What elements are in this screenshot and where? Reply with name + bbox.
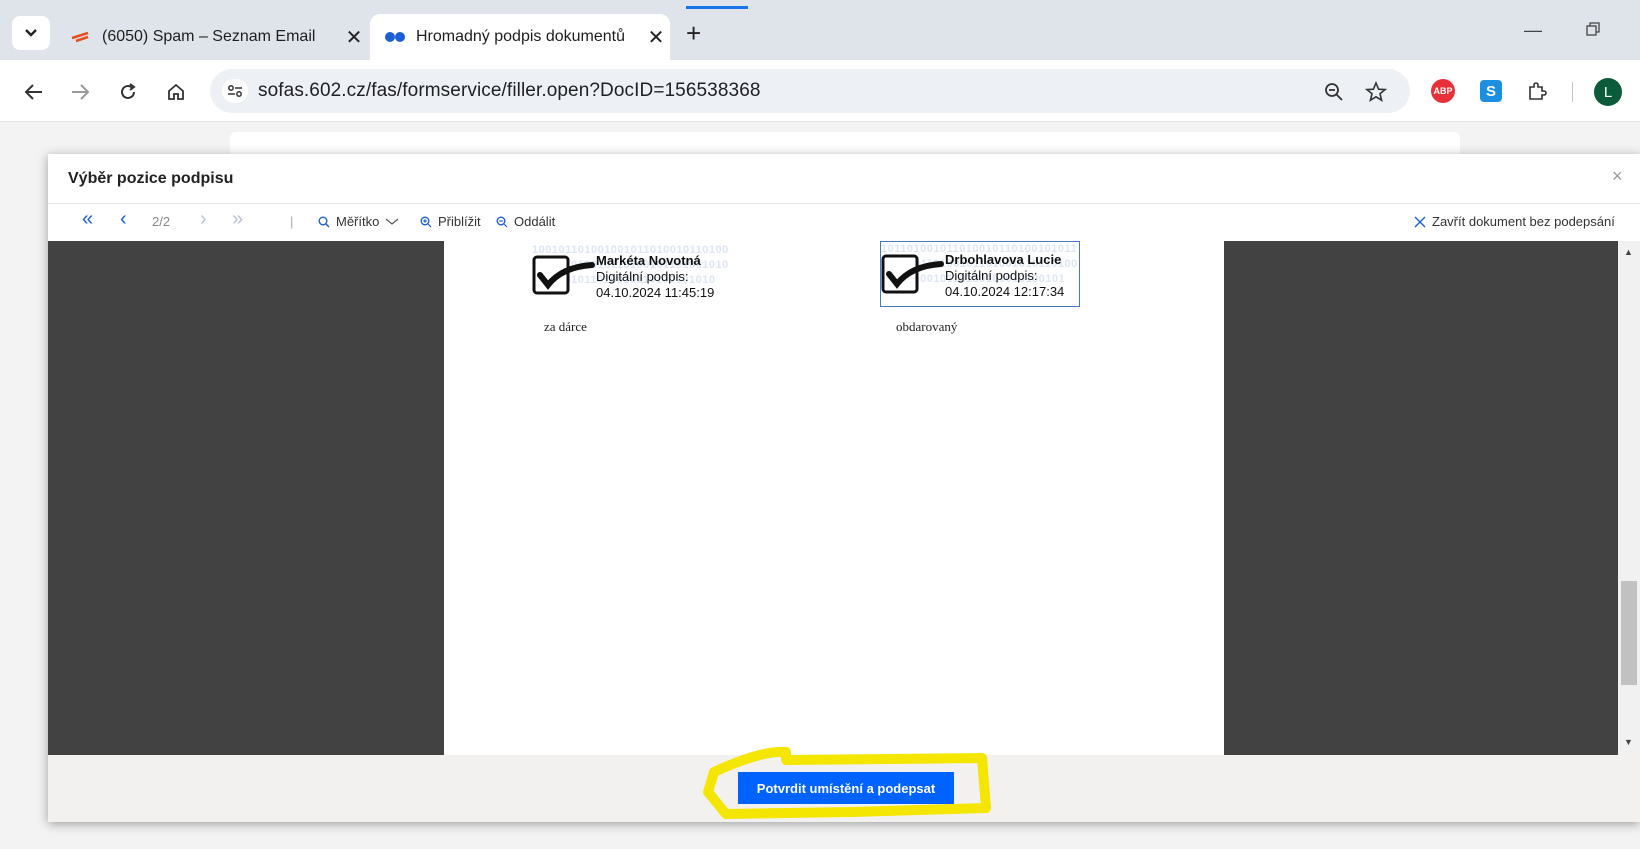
tab-title: (6050) Spam – Seznam Email — [102, 28, 316, 45]
scroll-up-icon[interactable]: ▲ — [1624, 247, 1633, 257]
adblock-plus-icon[interactable]: ABP — [1430, 78, 1456, 104]
seznam-logo-icon — [70, 30, 92, 44]
signature-text: Drbohlavova Lucie Digitální podpis: 04.1… — [945, 252, 1064, 300]
viewer-scrollbar[interactable]: ▲ ▼ — [1618, 241, 1640, 755]
scrollbar-thumb[interactable] — [1621, 581, 1637, 685]
close-without-signing-button[interactable]: Zavřít dokument bez podepsání — [1414, 214, 1615, 229]
signature-type: Digitální podpis: — [596, 269, 689, 284]
minimize-icon[interactable]: — — [1524, 20, 1542, 41]
zoom-in-icon — [420, 216, 432, 227]
forward-icon[interactable] — [66, 78, 94, 106]
toolbar-separator — [1572, 82, 1573, 102]
profile-avatar[interactable]: L — [1594, 78, 1622, 106]
document-viewer[interactable]: 1001011010010010110100101101001010110100… — [48, 241, 1640, 755]
signature-caption: za dárce — [544, 319, 587, 334]
previous-page-icon[interactable]: ‹ — [120, 208, 127, 231]
confirm-and-sign-button[interactable]: Potvrdit umístění a podepsat — [738, 772, 954, 804]
signature-check-icon — [881, 254, 944, 294]
close-tab-icon[interactable]: ✕ — [340, 25, 368, 50]
document-page[interactable]: 1001011010010010110100101101001010110100… — [444, 241, 1224, 755]
signature-caption: obdarovaný — [896, 319, 958, 334]
signature-check-icon — [532, 255, 595, 295]
zoom-out-label: Oddálit — [514, 214, 556, 229]
s-extension-icon[interactable]: S — [1478, 78, 1504, 104]
close-tab-icon[interactable]: ✕ — [642, 25, 670, 50]
app-logo-icon — [384, 31, 406, 43]
signature-timestamp: 04.10.2024 11:45:19 — [596, 285, 715, 300]
signature-type: Digitální podpis: — [945, 268, 1038, 283]
scale-label: Měřítko — [336, 214, 380, 229]
tab-seznam-email[interactable]: (6050) Spam – Seznam Email ✕ — [58, 14, 368, 60]
signer-name: Markéta Novotná — [596, 253, 701, 268]
new-tab-button[interactable]: + — [686, 18, 701, 49]
dialog-footer: Potvrdit umístění a podepsat — [48, 755, 1640, 822]
scale-dropdown[interactable]: Měřítko — [318, 214, 399, 229]
zoom-out-button[interactable]: Oddálit — [496, 214, 555, 229]
browser-toolbar: sofas.602.cz/fas/formservice/filler.open… — [0, 60, 1640, 122]
zoom-out-icon — [496, 216, 508, 227]
dialog-title: Výběr pozice podpisu — [68, 170, 234, 187]
extensions-puzzle-icon[interactable] — [1524, 78, 1550, 104]
tab-hromadny-podpis[interactable]: Hromadný podpis dokumentů ✕ — [370, 14, 670, 60]
signature-timestamp: 04.10.2024 12:17:34 — [945, 284, 1065, 299]
address-bar[interactable]: sofas.602.cz/fas/formservice/filler.open… — [210, 69, 1410, 113]
signature-stamp[interactable]: 1001011010010010110100101101001010110100… — [532, 243, 728, 307]
signer-name: Drbohlavova Lucie — [945, 252, 1062, 267]
tab-title: Hromadný podpis dokumentů — [416, 28, 626, 45]
close-icon — [1414, 216, 1426, 227]
next-page-icon[interactable]: › — [200, 208, 207, 231]
zoom-in-label: Přiblížit — [438, 214, 481, 229]
divider — [48, 203, 1640, 204]
signature-stamp-selected[interactable]: 1011010010110100101101001010110100101101… — [880, 241, 1080, 307]
url-text: sofas.602.cz/fas/formservice/filler.open… — [258, 80, 761, 101]
zoom-in-button[interactable]: Přiblížit — [420, 214, 481, 229]
chevron-down-icon — [385, 218, 399, 225]
reload-icon[interactable] — [114, 78, 142, 106]
page-indicator: 2/2 — [152, 214, 171, 229]
tab-strip: (6050) Spam – Seznam Email ✕ Hromadný po… — [0, 0, 1640, 60]
home-icon[interactable] — [162, 78, 190, 106]
signature-text: Markéta Novotná Digitální podpis: 04.10.… — [596, 253, 714, 301]
bookmark-star-icon[interactable] — [1364, 80, 1388, 104]
close-without-signing-label: Zavřít dokument bez podepsání — [1432, 214, 1615, 229]
chevron-down-icon — [25, 29, 37, 37]
site-settings-icon[interactable] — [222, 79, 248, 103]
back-icon[interactable] — [20, 78, 48, 106]
signature-position-dialog: Výběr pozice podpisu × « ‹ 2/2 › » | Měř… — [48, 154, 1640, 822]
zoom-icon[interactable] — [1322, 80, 1346, 104]
toolbar-separator: | — [290, 214, 294, 229]
last-page-icon[interactable]: » — [232, 208, 243, 231]
magnifier-icon — [318, 216, 330, 227]
restore-icon[interactable] — [1586, 20, 1600, 41]
tab-loading-indicator — [686, 6, 748, 9]
first-page-icon[interactable]: « — [82, 208, 93, 231]
scroll-down-icon[interactable]: ▼ — [1624, 737, 1633, 747]
viewer-toolbar: « ‹ 2/2 › » | Měřítko Přiblížit Oddálit … — [48, 205, 1640, 241]
dialog-close-icon[interactable]: × — [1612, 166, 1623, 187]
tab-search-button[interactable] — [12, 16, 50, 50]
